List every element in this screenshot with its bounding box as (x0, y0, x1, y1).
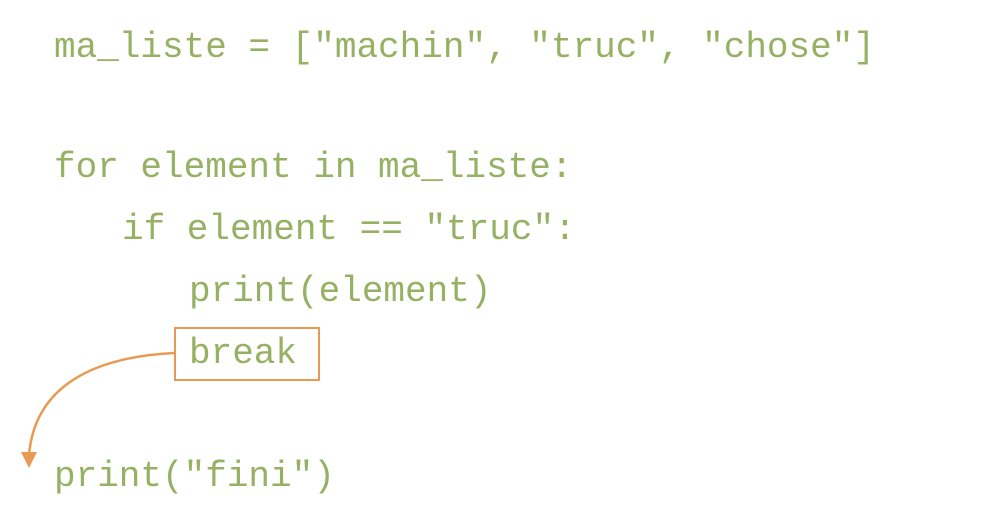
code-line-break: break (189, 333, 298, 374)
code-line-list-assignment: ma_liste = ["machin", "truc", "chose"] (54, 27, 875, 68)
code-line-for-loop: for element in ma_liste: (54, 147, 573, 188)
code-line-print-fini: print("fini") (54, 456, 335, 497)
code-diagram: ma_liste = ["machin", "truc", "chose"] f… (0, 0, 1006, 522)
break-flow-arrow (21, 351, 175, 468)
arrow-head-icon (21, 452, 37, 468)
code-line-print-element: print(element) (189, 271, 492, 312)
arrow-curve (27, 351, 175, 456)
code-line-if-condition: if element == "truc": (122, 209, 576, 250)
